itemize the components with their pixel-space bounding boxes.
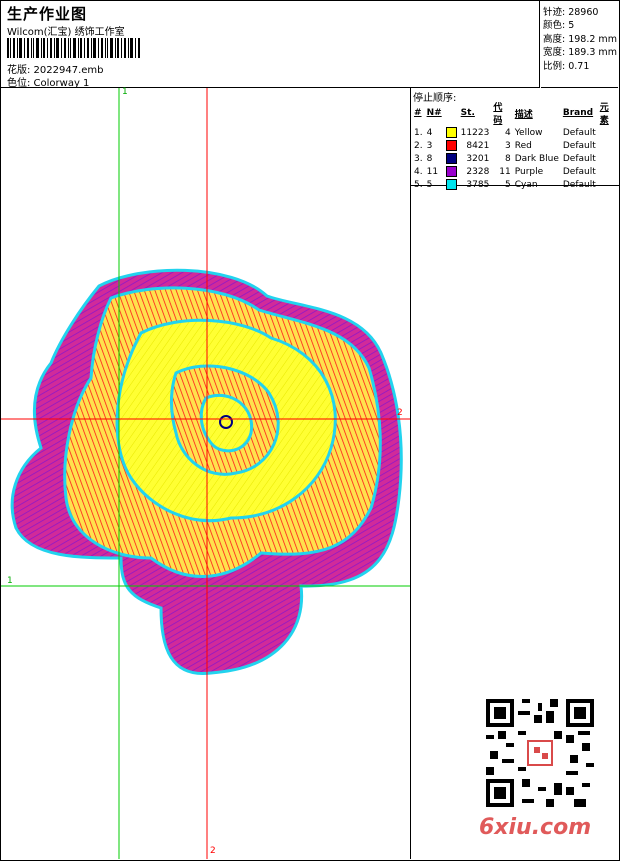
row-desc: Purple <box>514 166 544 177</box>
design-width: 宽度: 189.3 mm <box>543 47 617 58</box>
row-needle: 11 <box>426 166 439 177</box>
row-brand: Default <box>562 140 596 151</box>
table-row: 1. 4 11223 4 Yellow Default <box>412 126 619 139</box>
col-header-n: N# <box>426 108 442 118</box>
row-desc: Red <box>514 140 532 151</box>
design-scale: 比例: 0.71 <box>543 61 590 72</box>
row-needle: 3 <box>426 140 433 151</box>
barcode <box>7 38 140 58</box>
header-panel: 生产作业图 Wilcom(汇宝) 绣饰工作室 花版: 2022947.emb 色… <box>1 1 540 89</box>
row-brand: Default <box>562 166 596 177</box>
color-swatch <box>445 153 457 164</box>
row-desc: Cyan <box>514 179 538 190</box>
color-swatch <box>445 179 457 190</box>
row-code: 3 <box>505 140 511 151</box>
table-row: 4. 11 2328 11 Purple Default <box>412 165 619 178</box>
axis-label-h1: 1 <box>7 576 13 586</box>
col-header-desc: 描述 <box>514 109 533 120</box>
row-code: 5 <box>505 179 511 190</box>
color-swatch <box>445 140 457 151</box>
axis-label-h2: 2 <box>397 408 403 418</box>
table-row: 5. 5 3785 5 Cyan Default <box>412 178 619 191</box>
row-desc: Yellow <box>514 127 543 138</box>
row-desc: Dark Blue <box>514 153 559 164</box>
qr-code <box>486 699 594 807</box>
row-needle: 8 <box>426 153 433 164</box>
row-brand: Default <box>562 127 596 138</box>
row-stitches: 8421 <box>466 140 490 151</box>
row-brand: Default <box>562 179 596 190</box>
axis-label-v2: 2 <box>210 846 216 856</box>
table-row: 3. 8 3201 8 Dark Blue Default <box>412 152 619 165</box>
stop-sequence-table: # N# St. 代码 描述 Brand 元素 1. 4 11223 4 Yel… <box>412 100 619 191</box>
row-stitches: 11223 <box>460 127 490 138</box>
col-header-brand: Brand <box>562 108 594 118</box>
row-stitches: 3785 <box>466 179 490 190</box>
row-code: 4 <box>505 127 511 138</box>
col-header-stitches: St. <box>460 108 475 118</box>
color-swatch <box>445 127 457 138</box>
row-index: 2. <box>414 140 423 151</box>
row-brand: Default <box>562 153 596 164</box>
row-index: 3. <box>414 153 423 164</box>
table-header-row: # N# St. 代码 描述 Brand 元素 <box>412 100 619 126</box>
row-stitches: 2328 <box>466 166 490 177</box>
watermark-logo: 6xiu.com <box>479 815 592 840</box>
axis-label-v1: 1 <box>122 87 128 97</box>
design-canvas: 1 2 1 2 <box>1 87 410 859</box>
page-title: 生产作业图 <box>7 5 88 23</box>
row-index: 5. <box>414 179 423 190</box>
row-needle: 5 <box>426 179 433 190</box>
row-index: 4. <box>414 166 423 177</box>
studio-name: Wilcom(汇宝) 绣饰工作室 <box>7 27 125 38</box>
row-needle: 4 <box>426 127 433 138</box>
row-stitches: 3201 <box>466 153 490 164</box>
row-index: 1. <box>414 127 423 138</box>
stop-sequence-box: 停止顺序: # N# St. 代码 描述 Brand 元素 1. 4 11223… <box>411 88 619 190</box>
spec-panel: 针迹: 28960 颜色: 5 高度: 198.2 mm 宽度: 189.3 m… <box>541 1 618 88</box>
color-count: 颜色: 5 <box>543 20 575 31</box>
col-header-index: # <box>414 108 422 118</box>
table-row: 2. 3 8421 3 Red Default <box>412 139 619 152</box>
row-code: 11 <box>499 166 511 177</box>
colorway: 色位: Colorway 1 <box>7 78 90 89</box>
embroidery-preview <box>1 88 410 859</box>
col-header-element: 元素 <box>599 103 609 126</box>
color-swatch <box>445 166 457 177</box>
row-code: 8 <box>505 153 511 164</box>
col-header-code: 代码 <box>493 103 503 126</box>
stitch-count: 针迹: 28960 <box>543 7 599 18</box>
design-height: 高度: 198.2 mm <box>543 34 617 45</box>
